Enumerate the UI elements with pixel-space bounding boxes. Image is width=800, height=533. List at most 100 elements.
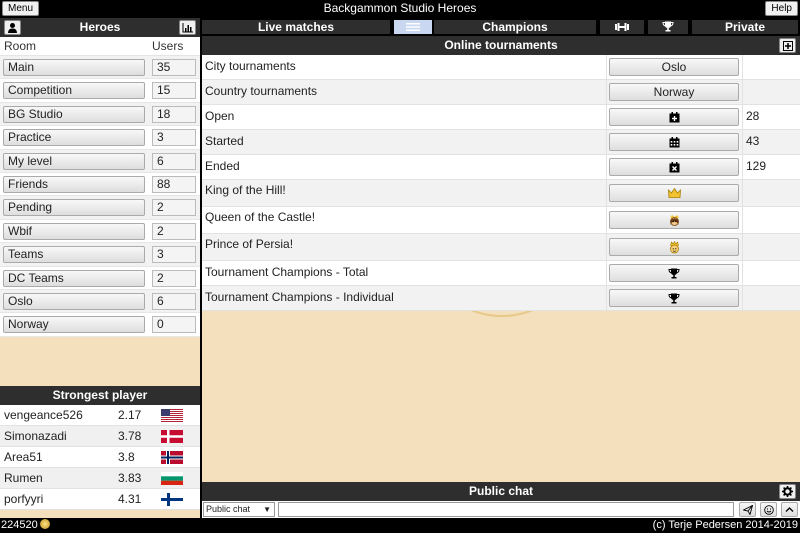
- room-button-norway[interactable]: Norway: [3, 316, 145, 334]
- heroes-header: Heroes: [0, 18, 200, 37]
- player-row[interactable]: Simonazadi 3.78: [0, 426, 200, 447]
- app-title: Backgammon Studio Heroes: [323, 1, 477, 15]
- room-button-main[interactable]: Main: [3, 59, 145, 76]
- send-icon[interactable]: [739, 502, 756, 517]
- tournament-row: Prince of Persia!: [202, 234, 800, 261]
- trophy-icon: [668, 293, 680, 303]
- public-chat-title: Public chat: [468, 484, 533, 498]
- room-users-count: 2: [152, 269, 196, 287]
- tournament-row: Queen of the Castle!: [202, 207, 800, 234]
- queen-icon: [669, 214, 679, 226]
- room-users-count: 6: [152, 152, 196, 170]
- usa-flag-icon: [161, 409, 183, 422]
- started-count: 43: [746, 134, 760, 148]
- trophy-icon[interactable]: [648, 20, 688, 34]
- room-table: Room Users Main 35 Competition 15 BG Studi…: [0, 37, 200, 337]
- add-tournament-icon[interactable]: [779, 38, 796, 53]
- stats-chart-icon[interactable]: [179, 20, 196, 35]
- tournament-row: City tournaments Oslo: [202, 55, 800, 80]
- heroes-title: Heroes: [79, 20, 121, 34]
- king-of-the-hill-button[interactable]: [609, 184, 739, 202]
- tournament-label: Country tournaments: [205, 84, 318, 98]
- city-tournaments-button[interactable]: Oslo: [609, 58, 739, 76]
- player-row[interactable]: porfyyri 4.31: [0, 489, 200, 510]
- player-name: vengeance526: [4, 408, 83, 422]
- player-row[interactable]: vengeance526 2.17: [0, 405, 200, 426]
- room-users-count: 3: [152, 129, 196, 147]
- room-button-bg-studio[interactable]: BG Studio: [3, 105, 145, 123]
- room-row: Teams 3: [0, 243, 200, 267]
- room-button-practice[interactable]: Practice: [3, 129, 145, 147]
- champions-total-button[interactable]: [609, 264, 739, 282]
- room-users-count: 2: [152, 222, 196, 240]
- chat-channel-value: Public chat: [206, 504, 251, 514]
- room-button-dc-teams[interactable]: DC Teams: [3, 269, 145, 287]
- tab-live-matches[interactable]: Live matches: [202, 20, 390, 34]
- prince-of-persia-button[interactable]: [609, 238, 739, 256]
- room-row: Main 35: [0, 56, 200, 80]
- chat-settings-gear-icon[interactable]: [779, 484, 796, 499]
- calendar-icon: [669, 136, 679, 147]
- chat-message-input[interactable]: [278, 502, 734, 517]
- tournament-label: Tournament Champions - Individual: [205, 290, 394, 304]
- room-button-pending[interactable]: Pending: [3, 199, 145, 217]
- room-button-wbif[interactable]: Wbif: [3, 222, 145, 240]
- champions-individual-button[interactable]: [609, 289, 739, 307]
- ended-count: 129: [746, 159, 767, 173]
- help-button[interactable]: Help: [765, 1, 798, 16]
- room-row: Competition 15: [0, 79, 200, 103]
- top-navigation: Live matches Champions Private: [202, 18, 800, 36]
- room-row: Oslo 6: [0, 289, 200, 314]
- country-tournaments-button[interactable]: Norway: [609, 83, 739, 101]
- room-button-competition[interactable]: Competition: [3, 82, 145, 100]
- tournament-label: Started: [205, 134, 244, 148]
- tournament-row: Tournament Champions - Individual: [202, 286, 800, 311]
- tournaments-panel: Online tournaments City tournaments Oslo…: [202, 36, 800, 482]
- user-icon[interactable]: [4, 20, 21, 35]
- chat-channel-select[interactable]: Public chat ▼: [203, 502, 275, 517]
- room-row: BG Studio 18: [0, 102, 200, 127]
- player-row[interactable]: Rumen 3.83: [0, 468, 200, 489]
- online-tournaments-title: Online tournaments: [444, 38, 558, 52]
- tournament-row: Open 28: [202, 105, 800, 130]
- trophy-icon: [668, 268, 680, 278]
- room-row: Friends 88: [0, 173, 200, 197]
- queen-of-the-castle-button[interactable]: [609, 211, 739, 229]
- player-row[interactable]: Area51 3.8: [0, 447, 200, 468]
- room-button-teams[interactable]: Teams: [3, 246, 145, 264]
- list-icon[interactable]: [394, 20, 432, 34]
- ended-tournaments-button[interactable]: [609, 158, 739, 176]
- coin-icon: [39, 519, 50, 529]
- room-users-count: 2: [152, 199, 196, 217]
- room-users-count: 15: [152, 82, 196, 100]
- dumbbell-icon[interactable]: [600, 20, 644, 34]
- calendar-x-icon: [669, 161, 679, 172]
- emoji-smiley-icon[interactable]: [760, 502, 777, 517]
- strongest-player-panel: Strongest player vengeance526 2.17 Simon…: [0, 386, 200, 510]
- prince-icon: [669, 240, 679, 253]
- tournament-row: Ended 129: [202, 155, 800, 180]
- room-button-friends[interactable]: Friends: [3, 175, 145, 193]
- chevron-up-icon[interactable]: [781, 502, 798, 517]
- tab-champions[interactable]: Champions: [434, 20, 596, 34]
- room-row: Norway 0: [0, 313, 200, 337]
- player-name: Simonazadi: [4, 429, 67, 443]
- tournament-label: Open: [205, 109, 235, 123]
- strongest-player-header: Strongest player: [0, 386, 200, 405]
- room-users-count: 18: [152, 105, 196, 123]
- open-tournaments-button[interactable]: [609, 108, 739, 126]
- room-users-count: 6: [152, 292, 196, 310]
- copyright-text: (c) Terje Pedersen 2014-2019: [652, 519, 798, 531]
- room-row: Pending 2: [0, 196, 200, 220]
- room-users-count: 3: [152, 246, 196, 264]
- public-chat-header: Public chat: [202, 482, 800, 501]
- tab-private[interactable]: Private: [692, 20, 798, 34]
- tournament-label: Tournament Champions - Total: [205, 265, 369, 279]
- room-button-oslo[interactable]: Oslo: [3, 292, 145, 310]
- tournament-label: Ended: [205, 159, 240, 173]
- tournaments-table: City tournaments Oslo Country tournament…: [202, 55, 800, 311]
- started-tournaments-button[interactable]: [609, 133, 739, 151]
- chevron-down-icon: ▼: [263, 505, 271, 514]
- tournament-row: Tournament Champions - Total: [202, 261, 800, 286]
- room-button-my-level[interactable]: My level: [3, 152, 145, 170]
